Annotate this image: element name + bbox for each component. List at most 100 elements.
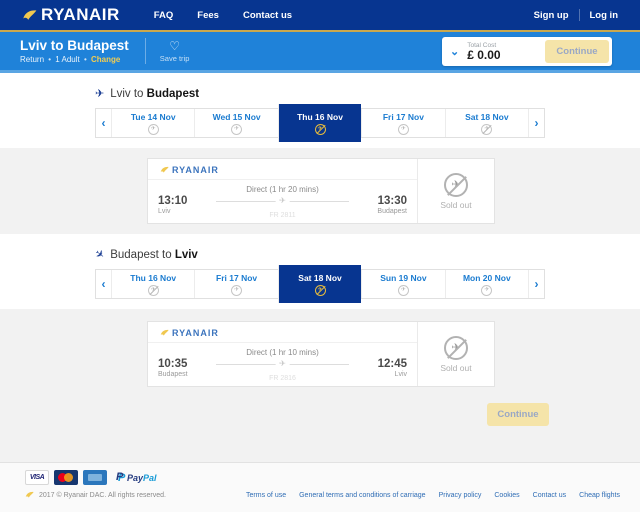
trip-route-title: Lviv to Budapest: [20, 38, 129, 53]
nav-link-contact-us[interactable]: Contact us: [243, 10, 292, 21]
footer-link-cookies[interactable]: Cookies: [494, 492, 519, 499]
carousel-next-icon[interactable]: ›: [529, 109, 544, 137]
date-tab-selected[interactable]: Sat 18 Nov ✈: [278, 265, 361, 303]
carousel-prev-icon[interactable]: ‹: [96, 109, 111, 137]
harp-icon: [25, 491, 34, 499]
outbound-heading-text: Lviv to Budapest: [110, 88, 199, 100]
visa-icon: VISA: [25, 470, 49, 485]
trip-passengers: 1 Adult: [55, 55, 79, 64]
outbound-from: Lviv to: [110, 88, 143, 100]
plane-icon: ✈: [275, 359, 290, 368]
trip-route-block: Lviv to Budapest Return • 1 Adult • Chan…: [20, 38, 129, 64]
login-link[interactable]: Log in: [590, 10, 619, 21]
date-label: Thu 16 Nov: [297, 112, 343, 122]
paypal-pay-label: Pay: [127, 473, 143, 483]
top-navbar: RYANAIR FAQ Fees Contact us Sign up Log …: [0, 0, 640, 32]
outbound-results-panel: RYANAIR Direct (1 hr 20 mins) 13:10 Lviv…: [0, 148, 640, 234]
footer-links: Terms of use General terms and condition…: [246, 492, 620, 499]
outbound-to: Budapest: [147, 88, 199, 100]
plane-circle-icon: ✈: [148, 124, 159, 135]
plane-takeoff-icon: ✈: [95, 87, 104, 100]
date-tab[interactable]: Sat 18 Nov ✈: [445, 109, 529, 137]
date-tab[interactable]: Thu 16 Nov ✈: [111, 270, 194, 298]
date-label: Sat 18 Nov: [465, 112, 508, 122]
plane-soldout-icon: ✈: [148, 285, 159, 296]
inbound-heading: ✈ Budapest to Lviv: [95, 248, 640, 261]
airline-logo: RYANAIR: [148, 322, 417, 343]
flight-times: Direct (1 hr 10 mins) 10:35 Budapest ✈ 1…: [148, 343, 417, 386]
soldout-panel: ✈ Sold out: [418, 159, 494, 223]
date-tab[interactable]: Sun 19 Nov ✈: [361, 270, 444, 298]
arrival: 12:45 Lviv: [355, 358, 407, 378]
arrival-city: Lviv: [355, 371, 407, 378]
carousel-next-icon[interactable]: ›: [529, 270, 544, 298]
change-link[interactable]: Change: [91, 55, 120, 64]
total-cost-block: Total Cost £ 0.00: [467, 42, 500, 61]
date-tab[interactable]: Fri 17 Nov ✈: [361, 109, 444, 137]
outbound-date-carousel: ‹ Tue 14 Nov ✈ Wed 15 Nov ✈ Thu 16 Nov ✈…: [95, 108, 545, 138]
footer-link-terms[interactable]: Terms of use: [246, 492, 286, 499]
signup-link[interactable]: Sign up: [534, 10, 569, 21]
save-trip-button[interactable]: ♡ Save trip: [160, 40, 190, 63]
mastercard-icon: [54, 470, 78, 485]
departure: 10:35 Budapest: [158, 358, 210, 378]
date-label: Sat 18 Nov: [298, 273, 341, 283]
footer-bottom-row: 2017 © Ryanair DAC. All rights reserved.…: [25, 491, 620, 499]
flight-number: FR 2816: [269, 375, 296, 382]
date-tab[interactable]: Tue 14 Nov ✈: [111, 109, 194, 137]
outbound-heading: ✈ Lviv to Budapest: [95, 87, 640, 100]
chevron-down-icon[interactable]: ⌄: [450, 48, 459, 56]
continue-button-bottom[interactable]: Continue: [487, 403, 549, 426]
plane-circle-icon: ✈: [481, 285, 492, 296]
inbound-from: Budapest to: [110, 249, 171, 261]
date-label: Fri 17 Nov: [383, 112, 424, 122]
arrival-time: 12:45: [355, 358, 407, 370]
dot-separator: •: [82, 55, 89, 64]
carousel-prev-icon[interactable]: ‹: [96, 270, 111, 298]
payment-methods: VISA PP PayPal: [25, 470, 620, 485]
paypal-p-icon: PP: [116, 472, 125, 484]
plane-circle-icon: ✈: [231, 285, 242, 296]
date-label: Mon 20 Nov: [463, 273, 511, 283]
divider: [145, 38, 146, 64]
soldout-label: Sold out: [440, 363, 471, 373]
flight-duration: Direct (1 hr 20 mins): [158, 185, 407, 194]
ryanair-logo[interactable]: RYANAIR: [22, 5, 120, 25]
paypal-icon: PP PayPal: [116, 472, 157, 484]
footer-link-contact[interactable]: Contact us: [533, 492, 566, 499]
plane-landing-icon: ✈: [92, 247, 107, 263]
plane-icon: ✈: [275, 196, 290, 205]
amex-icon: [83, 470, 107, 485]
date-tab-selected[interactable]: Thu 16 Nov ✈: [278, 104, 361, 142]
soldout-plane-icon: ✈: [444, 336, 468, 360]
plane-circle-icon: ✈: [398, 285, 409, 296]
airline-logo: RYANAIR: [148, 159, 417, 180]
flight-info: RYANAIR Direct (1 hr 20 mins) 13:10 Lviv…: [148, 159, 418, 223]
footer-link-privacy[interactable]: Privacy policy: [439, 492, 482, 499]
inbound-to: Lviv: [175, 249, 198, 261]
trip-summary-bar: Lviv to Budapest Return • 1 Adult • Chan…: [0, 32, 640, 70]
footer-link-carriage[interactable]: General terms and conditions of carriage: [299, 492, 425, 499]
airline-name: RYANAIR: [172, 165, 219, 175]
date-label: Tue 14 Nov: [131, 112, 176, 122]
departure-time: 13:10: [158, 195, 210, 207]
nav-link-faq[interactable]: FAQ: [154, 10, 174, 21]
continue-button-top[interactable]: Continue: [545, 40, 609, 63]
date-tab[interactable]: Mon 20 Nov ✈: [445, 270, 529, 298]
harp-icon: [160, 166, 169, 174]
date-tab[interactable]: Wed 15 Nov ✈: [194, 109, 277, 137]
date-tab[interactable]: Fri 17 Nov ✈: [194, 270, 277, 298]
footer-link-cheap-flights[interactable]: Cheap flights: [579, 492, 620, 499]
route-line: ✈: [216, 364, 349, 365]
departure-time: 10:35: [158, 358, 210, 370]
flight-info: RYANAIR Direct (1 hr 10 mins) 10:35 Buda…: [148, 322, 418, 386]
main-content: ✈ Lviv to Budapest ‹ Tue 14 Nov ✈ Wed 15…: [0, 73, 640, 462]
flight-times: Direct (1 hr 20 mins) 13:10 Lviv ✈ 13:30…: [148, 180, 417, 223]
nav-link-fees[interactable]: Fees: [197, 10, 219, 21]
plane-soldout-icon: ✈: [315, 124, 326, 135]
date-label: Wed 15 Nov: [213, 112, 261, 122]
date-label: Sun 19 Nov: [380, 273, 426, 283]
trip-type: Return: [20, 55, 44, 64]
outbound-flight-card: RYANAIR Direct (1 hr 20 mins) 13:10 Lviv…: [147, 158, 495, 224]
save-trip-label: Save trip: [160, 54, 190, 63]
